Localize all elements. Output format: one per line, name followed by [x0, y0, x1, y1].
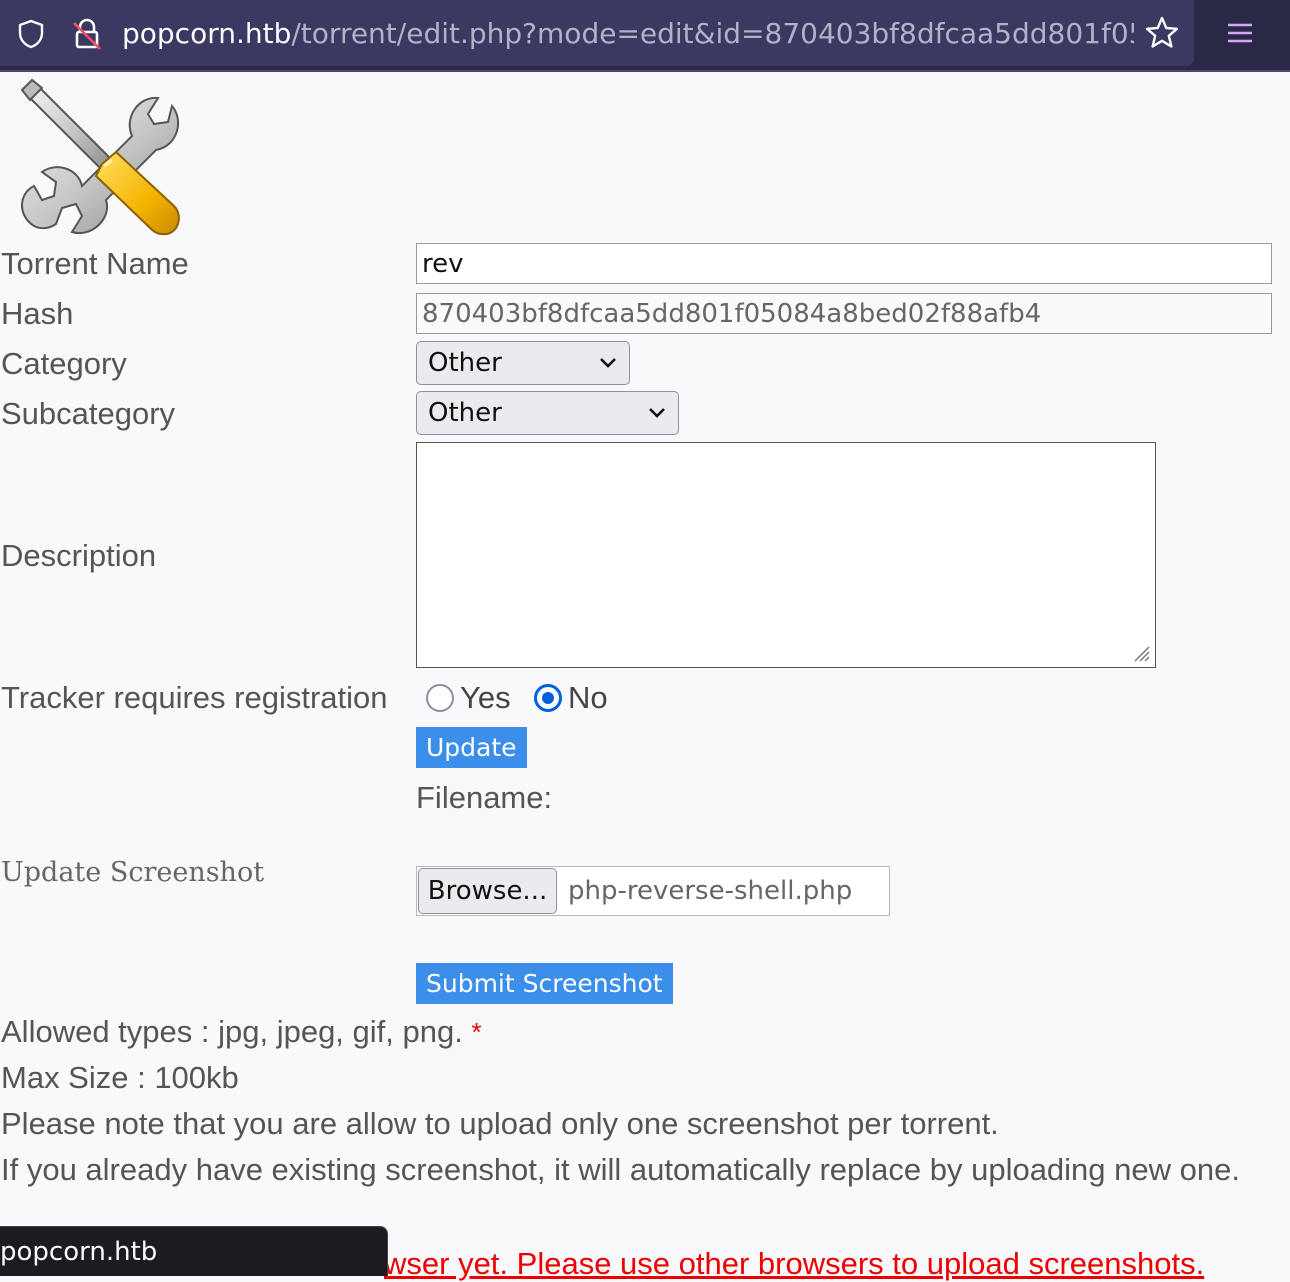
one-screenshot-note: Please note that you are allow to upload…: [1, 1106, 999, 1141]
max-size-text: Max Size : 100kb: [1, 1060, 239, 1095]
description-label: Description: [1, 538, 157, 573]
selected-file-name: php-reverse-shell.php: [568, 876, 853, 906]
chevron-down-icon: [649, 408, 665, 418]
browse-button[interactable]: Browse...: [418, 868, 557, 914]
category-selected-value: Other: [428, 348, 502, 378]
url-host: popcorn.htb: [122, 17, 292, 50]
url-text[interactable]: popcorn.htb/torrent/edit.php?mode=edit&i…: [122, 14, 1134, 54]
subcategory-select[interactable]: Other: [416, 391, 679, 435]
hash-label: Hash: [1, 296, 74, 331]
replace-screenshot-note: If you already have existing screenshot,…: [1, 1152, 1240, 1187]
hash-input[interactable]: [416, 293, 1272, 334]
radio-no-selected[interactable]: [534, 684, 562, 712]
chevron-down-icon: [600, 358, 616, 368]
category-select[interactable]: Other: [416, 341, 630, 385]
update-button[interactable]: Update: [416, 727, 527, 768]
required-asterisk: *: [471, 1017, 482, 1047]
allowed-types-value: Allowed types : jpg, jpeg, gif, png.: [1, 1014, 463, 1049]
allowed-types-text: Allowed types : jpg, jpeg, gif, png. *: [1, 1014, 482, 1050]
status-bar-url: popcorn.htb: [0, 1226, 388, 1276]
subcategory-selected-value: Other: [428, 398, 502, 428]
resize-grip-icon[interactable]: [1129, 641, 1151, 663]
tools-logo-icon: [20, 78, 180, 236]
shield-icon[interactable]: [16, 19, 46, 49]
torrent-name-input[interactable]: [416, 243, 1272, 284]
browser-warning-link[interactable]: wser yet. Please use other browsers to u…: [384, 1246, 1204, 1282]
torrent-name-label: Torrent Name: [1, 246, 189, 281]
hamburger-menu-icon[interactable]: [1222, 17, 1258, 49]
url-path: /torrent/edit.php?mode=edit&id=870403bf8…: [291, 17, 1134, 50]
category-label: Category: [1, 346, 127, 381]
browser-toolbar: popcorn.htb/torrent/edit.php?mode=edit&i…: [0, 0, 1290, 72]
update-screenshot-label: Update Screenshot: [1, 857, 265, 888]
radio-yes[interactable]: [426, 684, 454, 712]
address-bar[interactable]: popcorn.htb/torrent/edit.php?mode=edit&i…: [0, 0, 1194, 66]
description-textarea[interactable]: [416, 442, 1156, 668]
screenshot-file-input[interactable]: Browse... php-reverse-shell.php: [416, 866, 890, 916]
filename-label: Filename:: [416, 780, 553, 815]
subcategory-label: Subcategory: [1, 396, 176, 431]
submit-screenshot-button[interactable]: Submit Screenshot: [416, 963, 673, 1004]
radio-yes-label[interactable]: Yes: [460, 680, 511, 716]
bookmark-star-icon[interactable]: [1144, 15, 1180, 51]
insecure-lock-icon[interactable]: [70, 17, 104, 51]
radio-no-label[interactable]: No: [568, 680, 608, 716]
tracker-registration-label: Tracker requires registration: [1, 680, 388, 715]
